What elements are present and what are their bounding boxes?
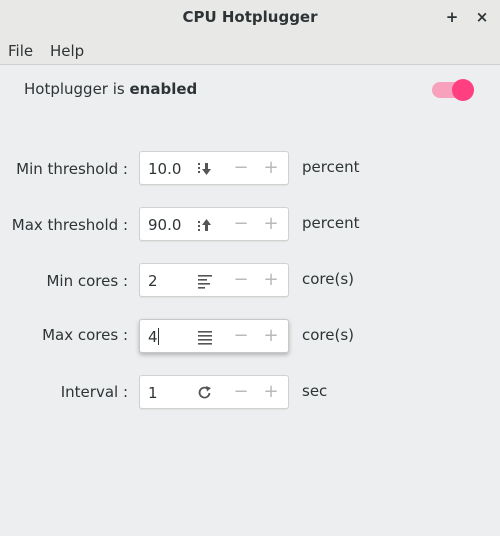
min-cores-value[interactable]: 2 bbox=[148, 272, 158, 290]
interval-spinner: 1 − + bbox=[139, 375, 289, 409]
status-prefix: Hotplugger is bbox=[24, 80, 130, 98]
interval-decrement-button[interactable]: − bbox=[232, 382, 250, 402]
menu-file[interactable]: File bbox=[8, 42, 33, 60]
sort-ascending-icon[interactable] bbox=[196, 217, 214, 233]
window-title: CPU Hotplugger bbox=[182, 8, 318, 26]
text-cursor bbox=[157, 328, 159, 345]
menu-help[interactable]: Help bbox=[50, 42, 84, 60]
refresh-icon[interactable] bbox=[196, 385, 214, 401]
max-cores-label: Max cores : bbox=[42, 326, 128, 344]
hotplugger-toggle[interactable] bbox=[432, 79, 476, 101]
max-cores-value: 4 bbox=[148, 328, 158, 346]
max-cores-field[interactable]: 4 bbox=[148, 328, 159, 346]
max-threshold-label: Max threshold : bbox=[11, 216, 128, 234]
max-threshold-increment-button[interactable]: + bbox=[262, 214, 280, 234]
max-cores-increment-button[interactable]: + bbox=[262, 326, 280, 346]
status-text: Hotplugger is enabled bbox=[24, 80, 197, 98]
min-threshold-label: Min threshold : bbox=[16, 160, 128, 178]
interval-increment-button[interactable]: + bbox=[262, 382, 280, 402]
min-cores-decrement-button[interactable]: − bbox=[232, 270, 250, 290]
interval-unit: sec bbox=[302, 382, 328, 400]
min-threshold-value[interactable]: 10.0 bbox=[148, 160, 181, 178]
min-threshold-spinner: 10.0 − + bbox=[139, 151, 289, 185]
justify-icon[interactable] bbox=[196, 329, 214, 345]
main-content: Hotplugger is enabled Min threshold : 10… bbox=[0, 65, 500, 536]
min-cores-unit: core(s) bbox=[302, 270, 355, 288]
menu-bar: File Help bbox=[0, 36, 500, 65]
sort-descending-icon[interactable] bbox=[196, 161, 214, 177]
min-cores-increment-button[interactable]: + bbox=[262, 270, 280, 290]
new-window-button[interactable]: + bbox=[442, 7, 462, 27]
min-threshold-unit: percent bbox=[302, 158, 360, 176]
max-cores-unit: core(s) bbox=[302, 326, 355, 344]
max-threshold-spinner: 90.0 − + bbox=[139, 207, 289, 241]
max-cores-decrement-button[interactable]: − bbox=[232, 326, 250, 346]
interval-label: Interval : bbox=[60, 383, 128, 401]
min-threshold-decrement-button[interactable]: − bbox=[232, 158, 250, 178]
min-cores-label: Min cores : bbox=[46, 272, 128, 290]
min-cores-spinner: 2 − + bbox=[139, 263, 289, 297]
toggle-knob bbox=[452, 79, 474, 101]
max-threshold-value[interactable]: 90.0 bbox=[148, 216, 181, 234]
max-threshold-decrement-button[interactable]: − bbox=[232, 214, 250, 234]
status-state: enabled bbox=[129, 80, 198, 98]
max-threshold-unit: percent bbox=[302, 214, 360, 232]
interval-value[interactable]: 1 bbox=[148, 384, 158, 402]
max-cores-spinner: 4 − + bbox=[139, 319, 289, 353]
align-left-icon[interactable] bbox=[196, 273, 214, 289]
close-button[interactable]: × bbox=[472, 7, 492, 27]
title-bar: CPU Hotplugger + × bbox=[0, 0, 500, 36]
min-threshold-increment-button[interactable]: + bbox=[262, 158, 280, 178]
